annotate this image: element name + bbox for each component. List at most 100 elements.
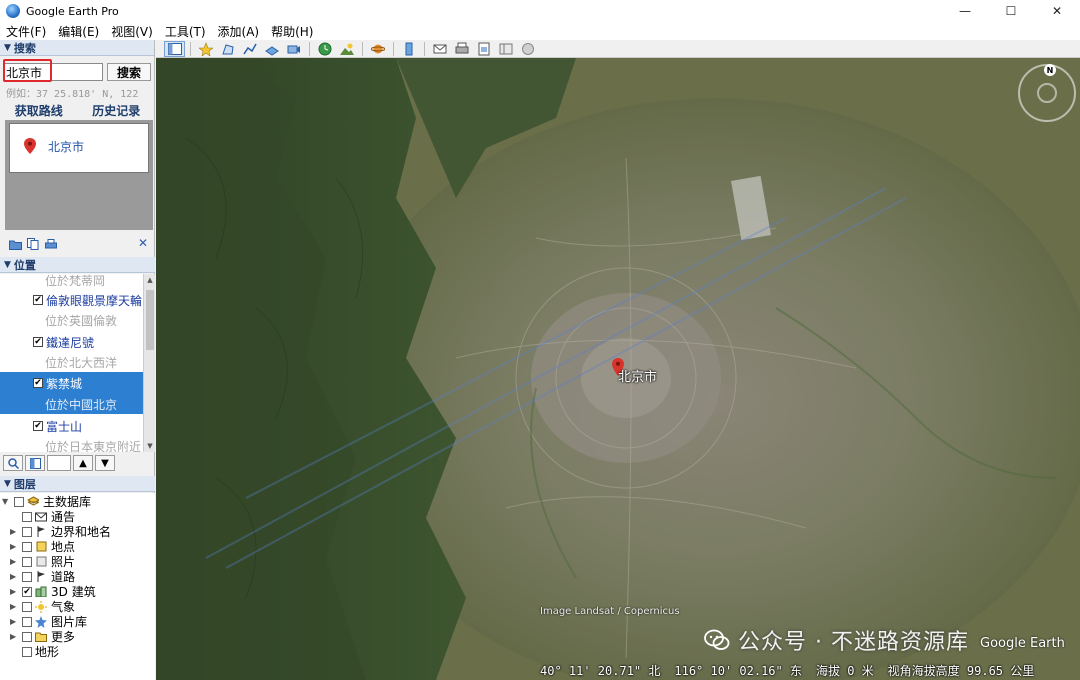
expand-triangle-icon[interactable]: ▶: [10, 617, 18, 626]
layer-item[interactable]: ▼ 主数据库: [0, 494, 155, 509]
place-icon: [35, 541, 47, 552]
search-links: 获取路线 历史记录: [0, 102, 155, 119]
search-places-icon[interactable]: [3, 455, 23, 471]
place-item[interactable]: ✔ 鐵達尼號: [0, 332, 143, 352]
expand-triangle-icon[interactable]: ▶: [10, 572, 18, 581]
place-subtitle: 位於日本東京附近: [45, 439, 142, 453]
menu-file[interactable]: 文件(F): [0, 23, 52, 40]
layer-item[interactable]: ▶ 照片: [0, 554, 155, 569]
places-section-title: 位置: [13, 258, 36, 272]
place-checkbox[interactable]: ✔: [33, 421, 43, 431]
flag-icon: [35, 526, 47, 537]
close-button[interactable]: ✕: [1034, 0, 1080, 22]
history-link[interactable]: 历史记录: [92, 102, 140, 119]
layer-checkbox[interactable]: [22, 511, 32, 522]
flag-icon: [35, 571, 47, 582]
place-checkbox[interactable]: ✔: [33, 337, 43, 347]
menu-edit[interactable]: 编辑(E): [52, 23, 105, 40]
expand-triangle-icon[interactable]: ▶: [10, 527, 18, 536]
layer-item[interactable]: ▶ 更多: [0, 629, 155, 644]
place-checkbox[interactable]: ✔: [33, 295, 43, 305]
add-overlay-icon[interactable]: [261, 41, 282, 57]
scroll-thumb[interactable]: [146, 290, 154, 350]
map-view[interactable]: N 北京市 Image Landsat / Copernicus 公众号 · 不…: [156, 58, 1080, 680]
expand-triangle-icon[interactable]: ▶: [10, 542, 18, 551]
expand-triangle-icon[interactable]: ▶: [10, 602, 18, 611]
layer-checkbox[interactable]: ✔: [22, 586, 32, 597]
email-icon[interactable]: [429, 41, 450, 57]
places-nav-row: ▲ ▼: [3, 454, 153, 472]
layer-item[interactable]: ▶ 边界和地名: [0, 524, 155, 539]
menu-view[interactable]: 视图(V): [105, 23, 159, 40]
compass-ring[interactable]: [1037, 83, 1057, 103]
layer-item[interactable]: ▶ 道路: [0, 569, 155, 584]
search-input[interactable]: [3, 63, 103, 81]
scroll-up-icon[interactable]: ▲: [144, 274, 156, 286]
map-place-label[interactable]: 北京市: [618, 366, 657, 385]
layer-checkbox[interactable]: [22, 541, 32, 552]
layer-checkbox[interactable]: [22, 616, 32, 627]
menu-help[interactable]: 帮助(H): [265, 23, 319, 40]
place-item[interactable]: ✔ 富士山: [0, 416, 143, 436]
historical-imagery-icon[interactable]: [314, 41, 335, 57]
close-search-results-icon[interactable]: ✕: [138, 236, 148, 250]
move-down-icon[interactable]: ▼: [95, 455, 115, 471]
navigation-compass[interactable]: N: [1018, 64, 1076, 122]
search-section-header[interactable]: ▼ 搜索: [0, 40, 154, 56]
expand-triangle-icon[interactable]: ▶: [10, 587, 18, 596]
sunlight-icon[interactable]: [336, 41, 357, 57]
place-item-selected[interactable]: ✔ 紫禁城: [0, 372, 143, 394]
layer-checkbox[interactable]: [22, 571, 32, 582]
layer-checkbox[interactable]: [22, 646, 32, 657]
search-button[interactable]: 搜索: [107, 63, 151, 81]
place-checkbox[interactable]: ✔: [33, 378, 43, 388]
menu-add[interactable]: 添加(A): [212, 23, 266, 40]
layer-checkbox[interactable]: [22, 556, 32, 567]
layer-checkbox[interactable]: [22, 526, 32, 537]
print-icon[interactable]: [451, 41, 472, 57]
scroll-down-icon[interactable]: ▼: [144, 440, 156, 452]
sidebar-toggle-icon[interactable]: [164, 40, 185, 57]
layer-item[interactable]: ▶ 气象: [0, 599, 155, 614]
places-scrollbar[interactable]: ▲ ▼: [143, 274, 155, 452]
record-tour-icon[interactable]: [283, 41, 304, 57]
sphere-icon[interactable]: [517, 41, 538, 57]
search-section-title: 搜索: [13, 41, 36, 55]
print-icon[interactable]: [42, 237, 60, 251]
add-path-icon[interactable]: [239, 41, 260, 57]
ruler-icon[interactable]: [398, 41, 419, 57]
place-item[interactable]: ✔ 倫敦眼觀景摩天輪: [0, 290, 143, 310]
layer-item[interactable]: ▶ ✔ 3D 建筑: [0, 584, 155, 599]
expand-triangle-icon[interactable]: ▶: [10, 632, 18, 641]
layers-section-header[interactable]: ▼ 图层: [0, 476, 155, 492]
get-directions-link[interactable]: 获取路线: [15, 102, 63, 119]
layer-item[interactable]: ▶ 图片库: [0, 614, 155, 629]
status-bar: 40° 11' 20.71" 北 116° 10' 02.16" 东 海拔 0 …: [540, 662, 1080, 678]
move-up-icon[interactable]: ▲: [73, 455, 93, 471]
search-result-item[interactable]: 北京市: [9, 123, 149, 173]
copy-icon[interactable]: [24, 237, 42, 251]
layer-checkbox[interactable]: [22, 631, 32, 642]
expand-triangle-icon[interactable]: ▼: [2, 497, 10, 506]
places-filter-field[interactable]: [47, 455, 71, 471]
layer-checkbox[interactable]: [22, 601, 32, 612]
place-subtitle: 位於梵蒂岡: [45, 274, 106, 288]
layer-item[interactable]: ▶ 地点: [0, 539, 155, 554]
places-section-header[interactable]: ▼ 位置: [0, 257, 155, 273]
toggle-panel-icon[interactable]: [25, 455, 45, 471]
minimize-button[interactable]: —: [942, 0, 988, 22]
folder-icon[interactable]: [6, 237, 24, 251]
menu-tools[interactable]: 工具(T): [159, 23, 212, 40]
layer-item[interactable]: 通告: [0, 509, 155, 524]
planets-icon[interactable]: [367, 41, 388, 57]
add-polygon-icon[interactable]: [217, 41, 238, 57]
maximize-button[interactable]: ☐: [988, 0, 1034, 22]
layer-item[interactable]: 地形: [0, 644, 155, 659]
view-in-maps-icon[interactable]: [495, 41, 516, 57]
expand-triangle-icon[interactable]: ▶: [10, 557, 18, 566]
save-image-icon[interactable]: [473, 41, 494, 57]
add-placemark-icon[interactable]: [195, 41, 216, 57]
layer-checkbox[interactable]: [14, 496, 24, 507]
building-3d-icon: [35, 586, 47, 597]
layers-section-title: 图层: [13, 477, 36, 491]
